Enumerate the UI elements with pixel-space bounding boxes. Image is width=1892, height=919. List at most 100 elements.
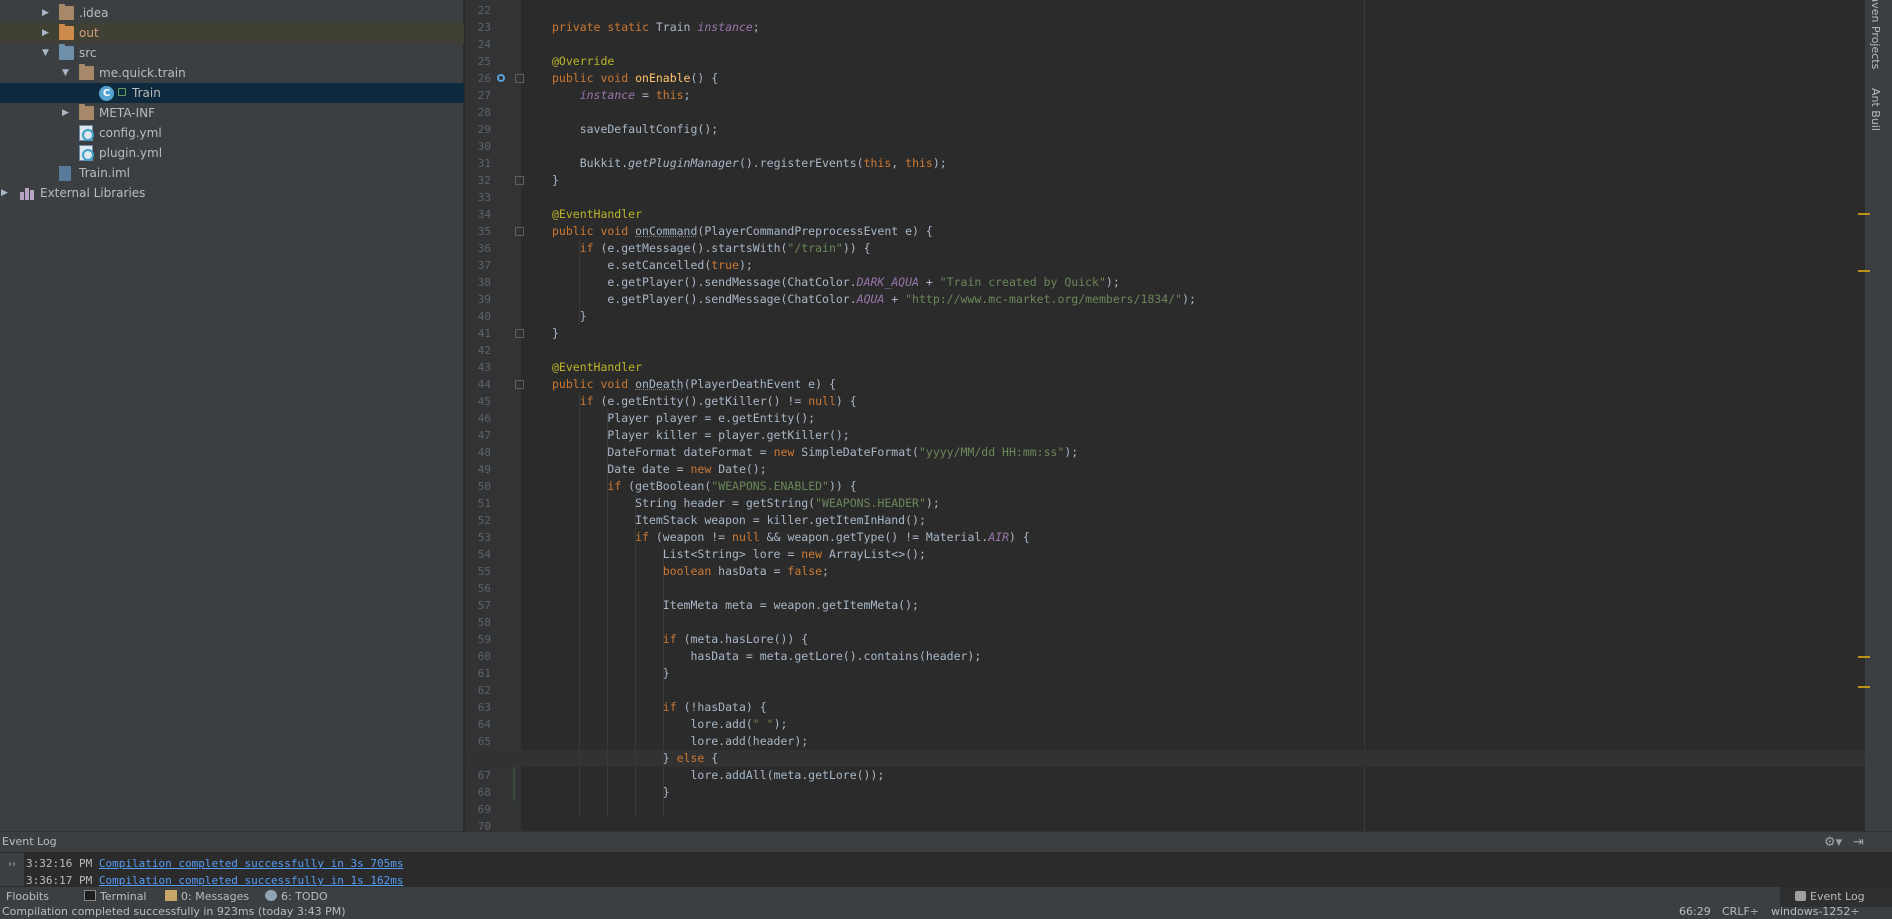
code-line[interactable]: if (!hasData) {: [465, 699, 1865, 716]
yml-file-icon: [79, 125, 94, 141]
tree-item--idea[interactable]: ▶ .idea: [0, 3, 464, 23]
code-line[interactable]: ItemStack weapon = killer.getItemInHand(…: [465, 512, 1865, 529]
code-line[interactable]: }: [465, 665, 1865, 682]
code-line[interactable]: Bukkit.getPluginManager().registerEvents…: [465, 155, 1865, 172]
code-text: public void onEnable() {: [552, 71, 719, 85]
expand-arrow-icon[interactable]: ▶: [1, 183, 11, 203]
code-line[interactable]: public void onEnable() {: [465, 70, 1865, 87]
code-line[interactable]: public void onCommand(PlayerCommandPrepr…: [465, 223, 1865, 240]
messages-button[interactable]: 0: Messages: [165, 890, 249, 903]
code-text: if (meta.hasLore()) {: [662, 632, 809, 646]
package-icon: [79, 64, 94, 80]
code-line[interactable]: [465, 2, 1865, 19]
code-line[interactable]: [465, 682, 1865, 699]
code-line[interactable]: private static Train instance;: [465, 19, 1865, 36]
code-line[interactable]: }: [465, 784, 1865, 801]
code-line[interactable]: [465, 801, 1865, 818]
warning-marker[interactable]: [1858, 656, 1870, 658]
tree-item-train-iml[interactable]: Train.iml: [0, 163, 464, 183]
maven-projects-tab[interactable]: Maven Projects: [1869, 0, 1882, 69]
code-line[interactable]: DateFormat dateFormat = new SimpleDateFo…: [465, 444, 1865, 461]
tree-item-src[interactable]: ▼ src: [0, 43, 464, 63]
code-line[interactable]: if (getBoolean("WEAPONS.ENABLED")) {: [465, 478, 1865, 495]
code-line[interactable]: [465, 36, 1865, 53]
expand-arrow-icon[interactable]: ▶: [42, 23, 52, 43]
code-line[interactable]: lore.add(header);: [465, 733, 1865, 750]
file-encoding[interactable]: windows-1252÷: [1771, 905, 1860, 918]
collapse-arrow-icon[interactable]: ▼: [42, 43, 52, 63]
code-line[interactable]: Date date = new Date();: [465, 461, 1865, 478]
code-line[interactable]: if (weapon != null && weapon.getType() !…: [465, 529, 1865, 546]
warning-marker[interactable]: [1858, 213, 1870, 215]
code-line[interactable]: lore.add(" ");: [465, 716, 1865, 733]
code-line[interactable]: [465, 189, 1865, 206]
floobits-button[interactable]: Floobits: [6, 890, 49, 903]
code-line[interactable]: e.getPlayer().sendMessage(ChatColor.DARK…: [465, 274, 1865, 291]
tree-item-external-libraries[interactable]: ▶ External Libraries: [0, 183, 464, 203]
tree-item-me-quick-train[interactable]: ▼ me.quick.train: [0, 63, 464, 83]
gear-icon[interactable]: ⚙▾: [1824, 835, 1842, 850]
log-message-link[interactable]: Compilation completed successfully in 3s…: [99, 857, 404, 870]
indent-guide: [579, 240, 580, 325]
code-line[interactable]: String header = getString("WEAPONS.HEADE…: [465, 495, 1865, 512]
code-line[interactable]: hasData = meta.getLore().contains(header…: [465, 648, 1865, 665]
code-line[interactable]: e.getPlayer().sendMessage(ChatColor.AQUA…: [465, 291, 1865, 308]
hide-panel-icon[interactable]: ⇥: [1853, 835, 1864, 850]
code-line[interactable]: lore.addAll(meta.getLore());: [465, 767, 1865, 784]
editor-scrollbar[interactable]: [1870, 130, 1892, 435]
tree-item-plugin-yml[interactable]: plugin.yml: [0, 143, 464, 163]
code-editor[interactable]: 22 23 24 25 26 27 28 29 30 31 32 33 34 35 36 37 38 39 40 41…: [465, 0, 1865, 831]
code-line[interactable]: @Override: [465, 53, 1865, 70]
code-text: e.getPlayer().sendMessage(ChatColor.AQUA…: [552, 292, 1196, 306]
code-text: }: [552, 785, 670, 799]
code-line[interactable]: if (e.getMessage().startsWith("/train"))…: [465, 240, 1865, 257]
code-text: lore.addAll(meta.getLore());: [552, 768, 885, 782]
tree-item-out[interactable]: ▶ out: [0, 23, 464, 43]
code-line[interactable]: }: [465, 172, 1865, 189]
code-line[interactable]: List<String> lore = new ArrayList<>();: [465, 546, 1865, 563]
warning-marker[interactable]: [1858, 686, 1870, 688]
expand-icon[interactable]: ››: [8, 859, 16, 870]
code-line[interactable]: [465, 614, 1865, 631]
code-line[interactable]: boolean hasData = false;: [465, 563, 1865, 580]
code-line[interactable]: [465, 580, 1865, 597]
code-line[interactable]: public void onDeath(PlayerDeathEvent e) …: [465, 376, 1865, 393]
code-line[interactable]: if (e.getEntity().getKiller() != null) {: [465, 393, 1865, 410]
access-modifier-icon: [118, 88, 126, 96]
code-text: }: [552, 173, 559, 187]
terminal-button[interactable]: Terminal: [84, 890, 147, 903]
code-line[interactable]: Player killer = player.getKiller();: [465, 427, 1865, 444]
code-line[interactable]: ItemMeta meta = weapon.getItemMeta();: [465, 597, 1865, 614]
warning-marker[interactable]: [1858, 270, 1870, 272]
code-text: if (!hasData) {: [662, 700, 767, 714]
expand-arrow-icon[interactable]: ▶: [42, 3, 52, 23]
code-line[interactable]: @EventHandler: [465, 359, 1865, 376]
line-separator[interactable]: CRLF÷: [1722, 905, 1759, 918]
code-line[interactable]: [465, 104, 1865, 121]
expand-arrow-icon[interactable]: ▶: [62, 103, 72, 123]
code-line[interactable]: saveDefaultConfig();: [465, 121, 1865, 138]
status-message[interactable]: Compilation completed successfully in 92…: [2, 905, 346, 918]
code-line[interactable]: [465, 818, 1865, 831]
code-line[interactable]: [465, 138, 1865, 155]
tree-item-config-yml[interactable]: config.yml: [0, 123, 464, 143]
collapse-arrow-icon[interactable]: ▼: [62, 63, 72, 83]
log-timestamp: 3:32:16 PM: [26, 857, 99, 870]
tree-item-train[interactable]: C Train: [0, 83, 464, 103]
code-line[interactable]: instance = this;: [465, 87, 1865, 104]
code-line[interactable]: e.setCancelled(true);: [465, 257, 1865, 274]
code-line[interactable]: }: [465, 325, 1865, 342]
code-line[interactable]: Player player = e.getEntity();: [465, 410, 1865, 427]
code-text: saveDefaultConfig();: [552, 122, 719, 136]
tree-item-label: META-INF: [99, 106, 156, 120]
code-line[interactable]: } else {: [465, 750, 1865, 767]
code-line[interactable]: @EventHandler: [465, 206, 1865, 223]
code-line[interactable]: }: [465, 308, 1865, 325]
code-line[interactable]: if (meta.hasLore()) {: [465, 631, 1865, 648]
code-line[interactable]: [465, 342, 1865, 359]
todo-button[interactable]: 6: TODO: [265, 890, 328, 903]
tool-window-bar: Floobits Terminal 0: Messages 6: TODO Ev…: [0, 886, 1892, 908]
indent-guide: [663, 546, 664, 818]
tree-item-meta-inf[interactable]: ▶ META-INF: [0, 103, 464, 123]
caret-position[interactable]: 66:29: [1679, 905, 1711, 918]
